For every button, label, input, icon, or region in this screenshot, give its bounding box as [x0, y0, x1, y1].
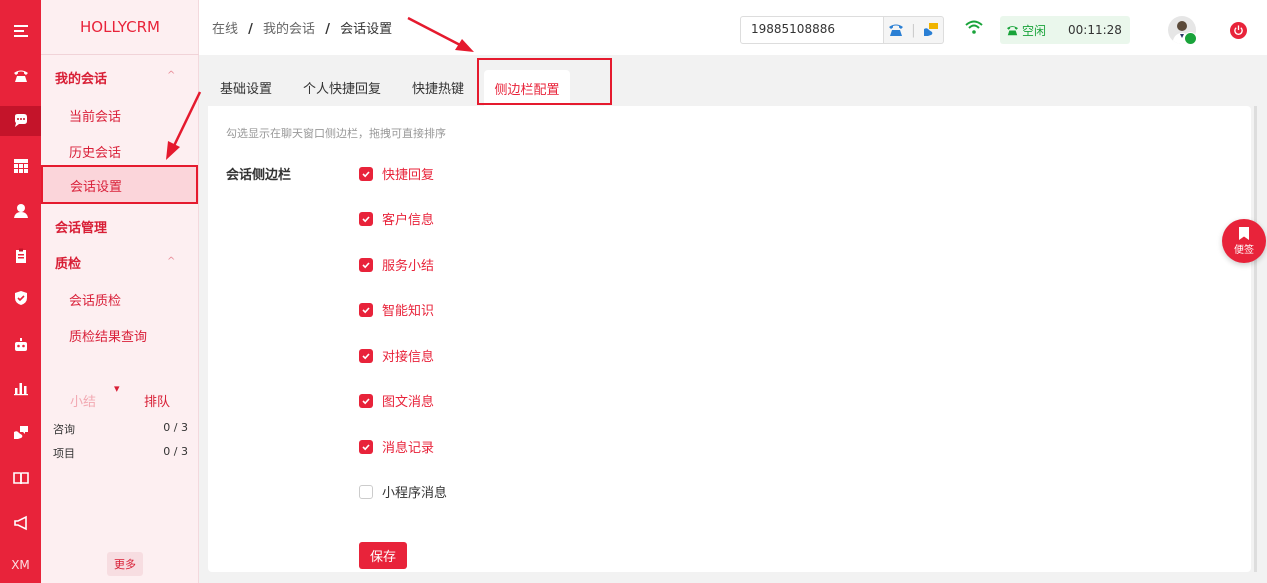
- nav-item-current-sessions[interactable]: 当前会话: [69, 106, 121, 125]
- breadcrumb-online[interactable]: 在线: [212, 22, 238, 37]
- sidebar-nav: HOLLYCRM 我的会话 ^ 当前会话 历史会话 会话设置 会话管理 质检 ^…: [41, 0, 199, 583]
- phone-tools: |: [884, 16, 944, 44]
- tab-quick-hotkeys[interactable]: 快捷热键: [412, 78, 464, 97]
- phone-icon: [1007, 25, 1018, 35]
- bookmark-icon: [1239, 226, 1249, 240]
- checkbox-label: 消息记录: [382, 441, 435, 456]
- checkbox-label: 服务小结: [382, 259, 435, 274]
- wifi-icon[interactable]: [965, 20, 983, 38]
- robot-icon[interactable]: [0, 330, 41, 360]
- checkbox-checked-icon[interactable]: [359, 348, 373, 363]
- checkbox-checked-icon[interactable]: [359, 166, 373, 181]
- checkbox-checked-icon[interactable]: [359, 211, 373, 226]
- field-label: 会话侧边栏: [226, 168, 292, 183]
- filter-icon[interactable]: ▾: [114, 382, 120, 395]
- user-icon[interactable]: [0, 196, 41, 226]
- checkbox-service-summary[interactable]: 服务小结: [359, 255, 434, 274]
- menu-icon[interactable]: [0, 16, 41, 46]
- bar-chart-icon[interactable]: [0, 373, 41, 403]
- checkbox-label: 图文消息: [382, 395, 435, 410]
- hint-text: 勾选显示在聊天窗口侧边栏，拖拽可直接排序: [226, 127, 446, 140]
- nav-group-session-management[interactable]: 会话管理: [55, 217, 107, 236]
- checkbox-rich-media[interactable]: 图文消息: [359, 391, 434, 410]
- nav-item-session-settings[interactable]: 会话设置: [41, 165, 198, 204]
- phone-icon[interactable]: [0, 61, 41, 91]
- queue-row-name: 项目: [53, 447, 75, 460]
- nav-group-quality[interactable]: 质检: [55, 253, 81, 272]
- tab-personal-quick-reply[interactable]: 个人快捷回复: [303, 78, 381, 97]
- grid-icon[interactable]: [0, 151, 41, 181]
- settings-panel: 勾选显示在聊天窗口侧边栏，拖拽可直接排序 会话侧边栏 快捷回复 客户信息 服务小…: [208, 106, 1251, 572]
- comment-icon[interactable]: [0, 418, 41, 448]
- chevron-up-icon[interactable]: ^: [167, 70, 175, 81]
- checkbox-label: 智能知识: [382, 304, 435, 319]
- sticky-note-button[interactable]: 便签: [1222, 219, 1266, 263]
- annotation-highlight-box: [477, 58, 612, 105]
- divider: |: [911, 22, 916, 38]
- nav-group-my-sessions[interactable]: 我的会话: [55, 68, 107, 87]
- checkbox-customer-info[interactable]: 客户信息: [359, 209, 434, 228]
- breadcrumb-separator: /: [248, 22, 253, 37]
- online-badge: [1184, 32, 1197, 45]
- top-bar: 在线 / 我的会话 / 会话设置 19885108886 | 空闲 00:11:…: [199, 0, 1267, 55]
- scrollbar[interactable]: [1254, 106, 1257, 572]
- chat-icon[interactable]: [0, 106, 41, 136]
- checkbox-checked-icon[interactable]: [359, 257, 373, 272]
- tab-summary[interactable]: 小结: [70, 391, 96, 410]
- agent-status[interactable]: 空闲 00:11:28: [1000, 16, 1130, 44]
- checkbox-unchecked-icon[interactable]: [359, 484, 373, 499]
- megaphone-icon[interactable]: [0, 508, 41, 538]
- nav-item-quality-results[interactable]: 质检结果查询: [69, 326, 147, 345]
- tab-queue[interactable]: 排队: [144, 391, 170, 410]
- chevron-up-icon[interactable]: ^: [167, 256, 175, 267]
- checkbox-docking-info[interactable]: 对接信息: [359, 346, 434, 365]
- more-button[interactable]: 更多: [107, 552, 143, 576]
- status-indicator: 空闲: [1006, 22, 1046, 39]
- queue-row-value: 0 / 3: [163, 421, 188, 434]
- message-icon[interactable]: [923, 22, 939, 38]
- breadcrumb-my-sessions[interactable]: 我的会话: [263, 22, 315, 37]
- checkbox-label: 对接信息: [382, 350, 435, 365]
- save-button[interactable]: 保存: [359, 542, 407, 569]
- nav-item-history-sessions[interactable]: 历史会话: [69, 142, 121, 161]
- breadcrumb-current: 会话设置: [340, 22, 393, 37]
- queue-row-name: 咨询: [53, 423, 75, 436]
- checkbox-smart-knowledge[interactable]: 智能知识: [359, 300, 434, 319]
- call-timer: 00:11:28: [1068, 23, 1122, 37]
- clipboard-icon[interactable]: [0, 241, 41, 271]
- checkbox-quick-reply[interactable]: 快捷回复: [359, 164, 434, 183]
- queue-row: 项目 0 / 3: [53, 445, 188, 461]
- checkbox-message-history[interactable]: 消息记录: [359, 437, 434, 456]
- checkbox-label: 快捷回复: [382, 168, 435, 183]
- shield-icon[interactable]: [0, 283, 41, 313]
- dial-phone-icon[interactable]: [888, 22, 904, 38]
- tab-basic-settings[interactable]: 基础设置: [220, 78, 272, 97]
- book-icon[interactable]: [0, 463, 41, 493]
- divider: [41, 54, 199, 55]
- app: XM HOLLYCRM 我的会话 ^ 当前会话 历史会话 会话设置 会话管理 质…: [0, 0, 1267, 583]
- checkbox-checked-icon[interactable]: [359, 439, 373, 454]
- icon-rail: XM: [0, 0, 41, 583]
- checkbox-label: 客户信息: [382, 213, 435, 228]
- sticky-note-label: 便签: [1234, 244, 1254, 256]
- phone-number-input[interactable]: 19885108886: [740, 16, 884, 44]
- checkbox-mini-program[interactable]: 小程序消息: [359, 482, 447, 501]
- nav-item-session-quality[interactable]: 会话质检: [69, 290, 121, 309]
- checkbox-checked-icon[interactable]: [359, 393, 373, 408]
- checkbox-label: 小程序消息: [382, 486, 448, 501]
- breadcrumb: 在线 / 我的会话 / 会话设置: [212, 18, 392, 37]
- brand-logo: HOLLYCRM: [80, 18, 160, 36]
- rail-footer: XM: [11, 558, 30, 572]
- queue-row-value: 0 / 3: [163, 445, 188, 458]
- power-icon[interactable]: [1230, 22, 1247, 39]
- status-label: 空闲: [1022, 23, 1047, 38]
- checkbox-checked-icon[interactable]: [359, 302, 373, 317]
- queue-row: 咨询 0 / 3: [53, 421, 188, 437]
- breadcrumb-separator: /: [325, 22, 330, 37]
